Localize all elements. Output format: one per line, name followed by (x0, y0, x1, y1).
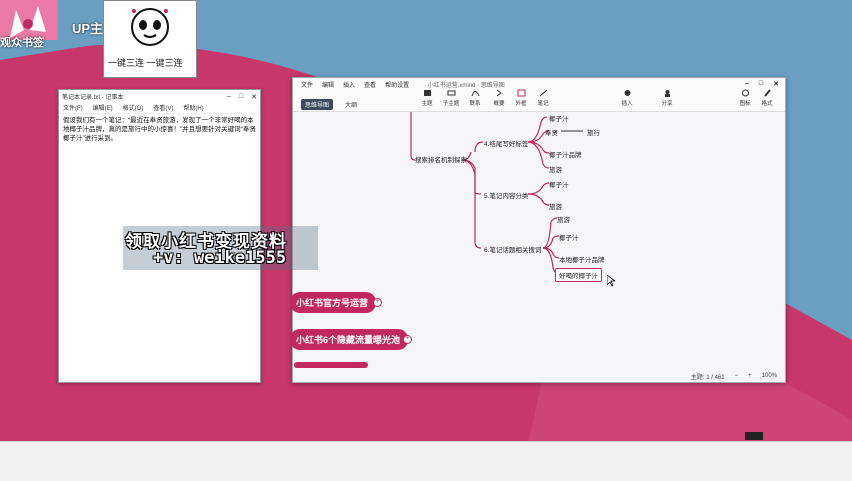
notepad-text-area[interactable]: 假设我们有一个笔记：“最近在奉贤旅游，发现了一个非常好喝的本地椰子汁品牌，真的是… (59, 114, 260, 145)
tab-outline[interactable]: 大纲 (341, 99, 361, 110)
tool-icon[interactable]: 图标 (733, 89, 757, 107)
mm-menu-file[interactable]: 文件 (301, 80, 313, 89)
boundary-icon (517, 89, 525, 97)
subtopic-icon (447, 90, 455, 96)
pill-partial (294, 362, 368, 368)
mm-window-title: · 小红书运营.xmind · 思维导图 (424, 83, 505, 89)
tool-note[interactable]: 笔记 (531, 89, 555, 107)
tool-format[interactable]: 格式 (755, 89, 779, 107)
viewer-label: 观众书签 (0, 37, 44, 49)
tool-boundary[interactable]: 外框 (509, 89, 533, 107)
mindmap-toolbar: 文件 编辑 插入 查看 帮助设置 · 小红书运营.xmind · 思维导图 – … (293, 78, 785, 112)
promo-watermark: 领取小红书变现资料 +v: weike1555 (123, 226, 318, 270)
node-tag-travel[interactable]: 旅行 (587, 127, 600, 137)
tool-subtopic[interactable]: 子主题 (439, 89, 463, 107)
node-topic-tasty-coconut[interactable]: 好喝的椰子汁 (555, 268, 602, 282)
topic-count: 主题: 1 / 461 (690, 374, 725, 381)
mm-menu-edit[interactable]: 编辑 (322, 80, 334, 89)
mindmap-menubar: 文件 编辑 插入 查看 帮助设置 · 小红书运营.xmind · 思维导图 (301, 80, 505, 89)
tool-topic[interactable]: 主题 (415, 89, 439, 107)
tool-relationship[interactable]: 联系 (463, 89, 487, 107)
note-icon (539, 89, 547, 97)
node-tag-brand[interactable]: 椰子汁品牌 (549, 149, 582, 159)
zoom-in-button[interactable]: + (748, 373, 752, 379)
panda-face-icon (131, 8, 169, 46)
node-cat-coconut[interactable]: 椰子汁 (549, 179, 569, 189)
pill-official-account[interactable]: 小红书官方号运营 (290, 292, 377, 313)
tool-summary[interactable]: 概要 (487, 89, 511, 107)
tool-insert[interactable]: 插入 (615, 89, 639, 107)
mm-menu-insert[interactable]: 插入 (343, 80, 355, 89)
taskbar (0, 441, 852, 481)
minimize-icon[interactable]: – (227, 93, 231, 101)
node-topic-coconut[interactable]: 椰子汁 (559, 232, 579, 242)
node-topic-local-brand[interactable]: 本地椰子汁品牌 (559, 254, 605, 264)
up-label: UP主 (72, 21, 104, 36)
zoom-out-button[interactable]: − (735, 373, 739, 379)
maximize-icon[interactable]: □ (239, 93, 243, 101)
brush-icon (763, 89, 771, 97)
notepad-titlebar[interactable]: 笔记本记录.txt - 记事本 – □ ✕ (59, 90, 260, 103)
insert-icon (624, 90, 630, 96)
share-icon (664, 90, 670, 97)
notepad-menubar: 文件(F) 编辑(E) 格式(O) 查看(V) 帮助(H) (59, 103, 260, 114)
menu-help[interactable]: 帮助(H) (183, 103, 203, 113)
node-tag-tourism[interactable]: 旅游 (549, 164, 562, 174)
tray-icon[interactable] (745, 432, 763, 440)
topic-icon (423, 90, 431, 96)
zoom-level: 100% (761, 373, 777, 379)
sticker-icon (741, 89, 749, 97)
mouse-cursor-icon (607, 275, 615, 287)
node-topic-tourism[interactable]: 旅游 (557, 214, 570, 224)
menu-view[interactable]: 查看(V) (153, 103, 173, 113)
expand-plus-icon[interactable]: + (373, 298, 382, 307)
maximize-icon[interactable]: □ (759, 80, 763, 88)
node-root[interactable]: 搜索排名机制探索 (415, 154, 467, 164)
relationship-icon (471, 91, 479, 97)
minimize-icon[interactable]: – (745, 80, 749, 88)
node-branch-tags[interactable]: 4.结尾写好标签 (484, 138, 528, 148)
menu-file[interactable]: 文件(F) (63, 103, 83, 113)
pill-traffic-pools[interactable]: 小红书6个隐藏流量曝光池 (290, 329, 409, 350)
node-tag-coconut[interactable]: 椰子汁 (549, 113, 569, 123)
mindmap-statusbar: 主题: 1 / 461 − + 100% (293, 370, 785, 382)
summary-icon (496, 89, 502, 97)
mm-menu-help[interactable]: 帮助设置 (385, 80, 409, 89)
node-cat-tourism[interactable]: 旅游 (549, 201, 562, 211)
expand-plus-icon[interactable]: + (403, 335, 412, 344)
close-icon[interactable]: ✕ (773, 80, 779, 88)
tool-share[interactable]: 分享 (655, 89, 679, 107)
triple-like-label: 一键三连 一键三连 (108, 58, 183, 68)
node-branch-topics[interactable]: 6.笔记话题相关搜词 (484, 244, 541, 254)
triple-like-sticker: 一键三连 一键三连 (103, 0, 197, 78)
close-icon[interactable]: ✕ (251, 93, 257, 101)
menu-format[interactable]: 格式(O) (123, 103, 144, 113)
node-tag-fengxian[interactable]: 奉贤 (545, 127, 558, 137)
node-branch-category[interactable]: 5.笔记内容分类 (484, 190, 528, 200)
promo-contact: +v: weike1555 (153, 248, 287, 268)
notepad-title: 笔记本记录.txt - 记事本 (62, 95, 124, 101)
menu-edit[interactable]: 编辑(E) (93, 103, 113, 113)
tab-mindmap[interactable]: 思维导图 (301, 99, 334, 110)
mm-menu-view[interactable]: 查看 (364, 80, 376, 89)
